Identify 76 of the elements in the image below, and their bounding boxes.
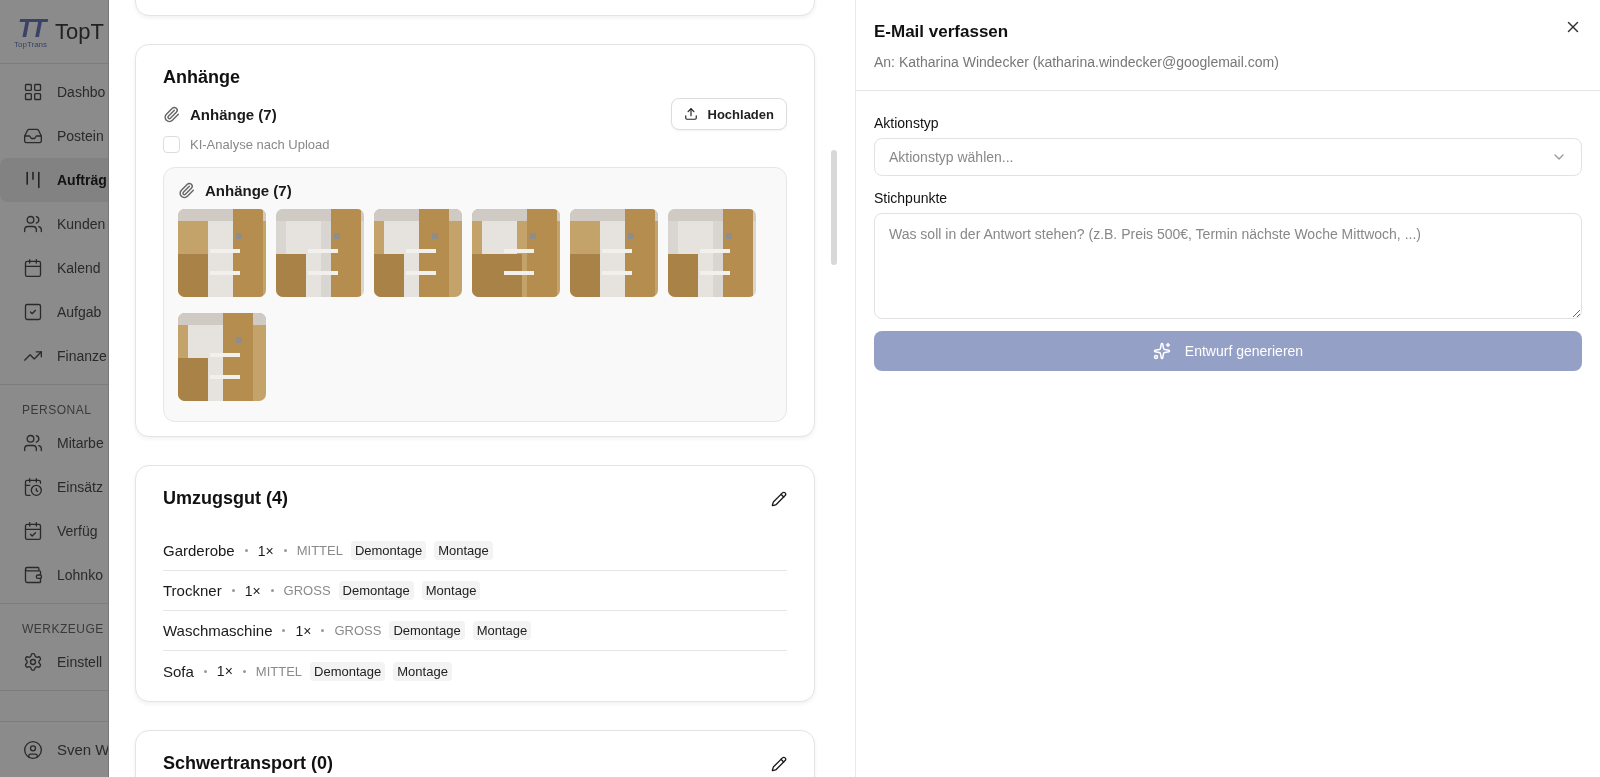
nav-item[interactable]: Dashbo <box>0 70 108 114</box>
gallery-heading: Anhänge (7) <box>205 182 292 199</box>
separator-dot <box>283 549 287 552</box>
tag: Montage <box>421 581 481 600</box>
nav-icon <box>23 126 43 146</box>
nav-item[interactable]: Aufträg <box>0 158 108 202</box>
tag: Montage <box>472 621 532 640</box>
field-label: Aktionstyp <box>874 115 940 131</box>
card-title: Umzugsgut (4) <box>163 488 288 509</box>
edit-icon[interactable] <box>771 755 787 772</box>
nav-icon <box>23 433 43 453</box>
nav-item[interactable]: Kalend <box>0 246 108 290</box>
edit-icon[interactable] <box>771 490 787 507</box>
panel-title: E-Mail verfassen <box>874 22 1009 42</box>
nav-icon <box>23 82 43 102</box>
item-size: MITTEL <box>296 543 343 558</box>
separator-dot <box>203 669 207 673</box>
attachments-heading: Anhänge (7) <box>190 105 277 123</box>
card-title: Anhänge <box>163 67 241 88</box>
nav-item[interactable]: Verfüg <box>0 509 108 553</box>
nav-item[interactable]: Einsätz <box>0 465 108 509</box>
nav-item[interactable]: Kunden <box>0 202 108 246</box>
notes-field[interactable]: Was soll in der Antwort stehen? (z.B. Preis 500€, Termin nächste Woche Mittwoch, ...) <box>874 213 1582 319</box>
action-type-select[interactable]: Aktionstyp wählen... <box>874 138 1582 176</box>
separator-dot <box>282 629 286 632</box>
section-heading: PERSONAL <box>21 402 93 419</box>
item-name: Waschmaschine <box>163 622 273 639</box>
tag: Demontage <box>389 621 465 640</box>
tag: Demontage <box>350 541 427 560</box>
nav-item[interactable]: Aufgab <box>0 290 108 334</box>
nav-item[interactable]: Postein <box>0 114 108 158</box>
nav-item[interactable]: Einstell <box>0 640 108 684</box>
separator-dot <box>321 629 325 632</box>
nav-icon <box>23 214 43 234</box>
upload-icon <box>683 107 698 121</box>
logo: TT TopTrans <box>14 14 48 49</box>
separator-dot <box>244 549 248 552</box>
checkbox[interactable] <box>163 136 180 153</box>
item-name: Garderobe <box>163 542 235 559</box>
nav-item[interactable]: Lohnko <box>0 553 108 597</box>
nav-item[interactable]: Finanze <box>0 334 108 378</box>
tag: Demontage <box>338 581 414 600</box>
field-label: Stichpunkte <box>874 190 949 206</box>
nav-icon <box>23 258 43 278</box>
paperclip-icon <box>178 182 195 199</box>
nav-icon <box>23 565 43 585</box>
recipient-text: An: Katharina Windecker (katharina.windecker@googlemail.com) <box>874 54 1279 70</box>
user-icon <box>23 739 43 760</box>
item-quantity: 1× <box>295 622 312 639</box>
nav-item[interactable]: Mitarbe <box>0 421 108 465</box>
section-heading: WERKZEUGE <box>21 621 105 638</box>
item-size: MITTEL <box>255 663 303 679</box>
item-quantity: 1× <box>257 542 274 559</box>
nav-icon <box>23 652 43 672</box>
checkbox-label: KI-Analyse nach Upload <box>190 137 330 152</box>
nav-icon <box>23 521 43 541</box>
item-name: Sofa <box>163 662 194 680</box>
upload-button[interactable]: Hochladen <box>670 98 787 130</box>
scrollbar[interactable] <box>831 150 837 265</box>
tag: Demontage <box>310 661 386 681</box>
separator-dot <box>242 669 246 673</box>
nav-icon <box>23 302 43 322</box>
item-quantity: 1× <box>216 663 233 679</box>
brand-name: TopT <box>55 18 104 45</box>
item-name: Trockner <box>163 582 222 599</box>
card-title: Schwertransport (0) <box>163 753 334 774</box>
separator-dot <box>231 589 235 592</box>
item-size: GROSS <box>283 583 331 598</box>
item-quantity: 1× <box>244 582 261 599</box>
nav-icon <box>23 477 43 497</box>
item-size: GROSS <box>334 623 382 638</box>
tag: Montage <box>434 541 493 560</box>
sparkle-icon <box>1152 342 1171 360</box>
tag: Montage <box>393 661 452 681</box>
separator-dot <box>270 589 274 592</box>
paperclip-icon <box>163 105 180 123</box>
